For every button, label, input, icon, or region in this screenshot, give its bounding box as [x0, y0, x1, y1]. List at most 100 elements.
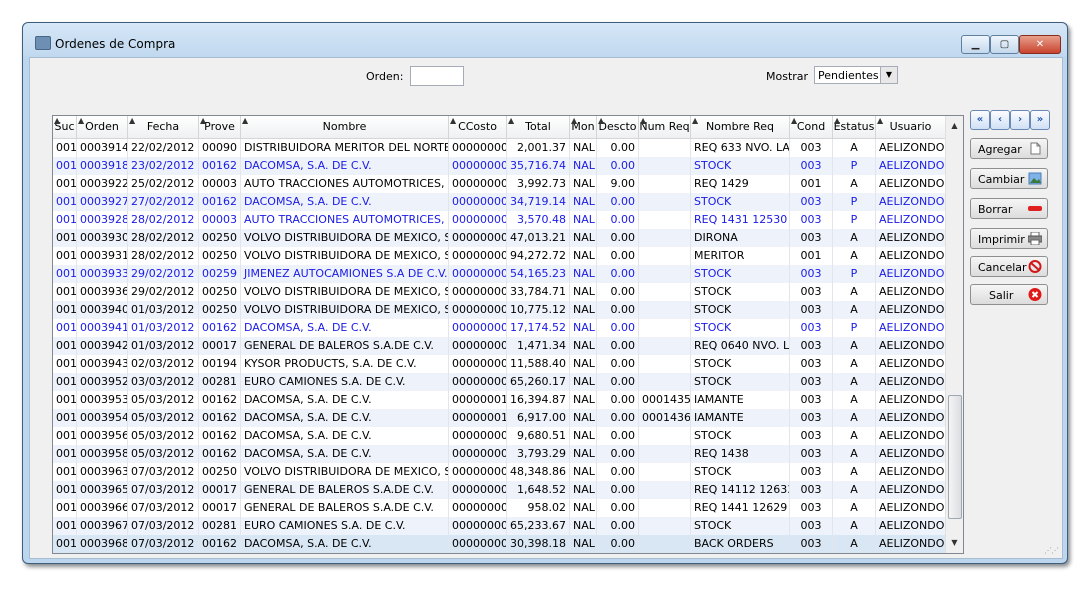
table-row[interactable]: 001 0003941 01/03/2012 00162 DACOMSA, S.A. D…	[53, 319, 946, 337]
orders-grid[interactable]: ▲ Suc ▲ Orden ▲ Fecha ▲ Prove ▲ Nombre ▲ CCosto ▲ Tot…	[52, 115, 964, 554]
cell-cond: 003	[790, 355, 833, 373]
scroll-up-icon[interactable]: ▲	[946, 118, 963, 134]
cell-cond: 003	[790, 265, 833, 283]
table-row[interactable]: 001 0003936 29/02/2012 00250 VOLVO DISTRIBUI…	[53, 283, 946, 301]
table-row[interactable]: 001 0003922 25/02/2012 00003 AUTO TRACCIONES…	[53, 175, 946, 193]
last-record-button[interactable]: »	[1030, 110, 1050, 130]
first-record-button[interactable]: «	[970, 110, 990, 130]
cell-suc: 001	[53, 409, 77, 427]
maximize-button[interactable]: ▢	[990, 35, 1019, 54]
table-row[interactable]: 001 0003943 02/03/2012 00194 KYSOR PRODUCTS,…	[53, 355, 946, 373]
column-header-estatus[interactable]: ▲ Estatus	[833, 116, 876, 138]
table-row[interactable]: 001 0003954 05/03/2012 00162 DACOMSA, S.A. D…	[53, 409, 946, 427]
salir-button[interactable]: Salir	[970, 284, 1048, 305]
cell-estatus: A	[833, 445, 876, 463]
column-header-numreq[interactable]: ▲ Num Req	[639, 116, 691, 138]
cell-nombrereq: DIRONA	[691, 229, 790, 247]
cell-numreq	[639, 139, 691, 157]
cell-mon: NAL	[570, 499, 597, 517]
table-row[interactable]: 001 0003942 01/03/2012 00017 GENERAL DE BALE…	[53, 337, 946, 355]
column-header-nombrereq[interactable]: ▲ Nombre Req	[691, 116, 790, 138]
cell-descto: 0.00	[597, 265, 639, 283]
column-header-orden[interactable]: ▲ Orden	[77, 116, 128, 138]
cell-suc: 001	[53, 337, 77, 355]
cell-numreq	[639, 535, 691, 553]
column-header-suc[interactable]: ▲ Suc	[53, 116, 77, 138]
cell-cond: 003	[790, 193, 833, 211]
cambiar-button[interactable]: Cambiar	[970, 168, 1048, 189]
column-header-prove[interactable]: ▲ Prove	[199, 116, 241, 138]
column-header-ccosto[interactable]: ▲ CCosto	[449, 116, 507, 138]
title-bar[interactable]: Ordenes de Compra ▁ ▢ ✕	[23, 23, 1067, 57]
table-row[interactable]: 001 0003952 03/03/2012 00281 EURO CAMIONES S…	[53, 373, 946, 391]
minimize-button[interactable]: ▁	[961, 35, 990, 54]
sort-arrow-icon: ▲	[640, 116, 647, 125]
table-row[interactable]: 001 0003927 27/02/2012 00162 DACOMSA, S.A. D…	[53, 193, 946, 211]
chevron-down-icon[interactable]: ▼	[880, 67, 897, 83]
column-header-descto[interactable]: ▲ Descto	[597, 116, 639, 138]
cell-cond: 003	[790, 229, 833, 247]
prev-record-button[interactable]: ‹	[990, 110, 1010, 130]
cell-fecha: 01/03/2012	[128, 337, 199, 355]
sort-arrow-icon: ▲	[78, 116, 85, 125]
sort-arrow-icon: ▲	[129, 116, 136, 125]
column-header-mon[interactable]: ▲ Mon	[570, 116, 597, 138]
next-record-button[interactable]: ›	[1010, 110, 1030, 130]
table-row[interactable]: 001 0003967 07/03/2012 00281 EURO CAMIONES S…	[53, 517, 946, 535]
borrar-button[interactable]: Borrar	[970, 198, 1048, 219]
scroll-thumb[interactable]	[948, 395, 962, 519]
table-row[interactable]: 001 0003963 07/03/2012 00250 VOLVO DISTRIBUI…	[53, 463, 946, 481]
cell-mon: NAL	[570, 517, 597, 535]
close-button[interactable]: ✕	[1019, 35, 1061, 54]
cell-fecha: 07/03/2012	[128, 499, 199, 517]
cell-mon: NAL	[570, 409, 597, 427]
cell-nombrereq: STOCK	[691, 355, 790, 373]
table-row[interactable]: 001 0003958 05/03/2012 00162 DACOMSA, S.A. D…	[53, 445, 946, 463]
cell-total: 65,233.67	[507, 517, 570, 535]
table-row[interactable]: 001 0003914 22/02/2012 00090 DISTRIBUIDORA M…	[53, 139, 946, 157]
cell-nombre: GENERAL DE BALEROS S.A.DE C.V.	[241, 499, 449, 517]
table-row[interactable]: 001 0003966 07/03/2012 00017 GENERAL DE BALE…	[53, 499, 946, 517]
cell-nombrereq: IAMANTE	[691, 409, 790, 427]
vertical-scrollbar[interactable]: ▲ ▼	[945, 116, 963, 553]
cancelar-button[interactable]: Cancelar	[970, 256, 1048, 277]
cell-suc: 001	[53, 211, 77, 229]
cell-fecha: 05/03/2012	[128, 409, 199, 427]
column-header-total[interactable]: ▲ Total	[507, 116, 570, 138]
column-header-label: Fecha	[146, 120, 180, 133]
table-row[interactable]: 001 0003953 05/03/2012 00162 DACOMSA, S.A. D…	[53, 391, 946, 409]
agregar-button[interactable]: Agregar	[970, 138, 1048, 159]
table-row[interactable]: 001 0003956 05/03/2012 00162 DACOMSA, S.A. D…	[53, 427, 946, 445]
orden-input[interactable]	[410, 66, 464, 86]
table-row[interactable]: 001 0003918 23/02/2012 00162 DACOMSA, S.A. D…	[53, 157, 946, 175]
cell-descto: 0.00	[597, 319, 639, 337]
cell-nombre: KYSOR PRODUCTS, S.A. DE C.V.	[241, 355, 449, 373]
column-header-nombre[interactable]: ▲ Nombre	[241, 116, 449, 138]
cell-mon: NAL	[570, 427, 597, 445]
table-row[interactable]: 001 0003928 28/02/2012 00003 AUTO TRACCIONES…	[53, 211, 946, 229]
table-row[interactable]: 001 0003940 01/03/2012 00250 VOLVO DISTRIBUI…	[53, 301, 946, 319]
cell-numreq	[639, 283, 691, 301]
scroll-down-icon[interactable]: ▼	[946, 535, 963, 551]
column-header-usuario[interactable]: ▲ Usuario	[876, 116, 946, 138]
cell-total: 48,348.86	[507, 463, 570, 481]
imprimir-button[interactable]: Imprimir	[970, 228, 1048, 249]
imprimir-label: Imprimir	[978, 233, 1025, 246]
cell-usuario: AELIZONDO	[876, 499, 946, 517]
table-row[interactable]: 001 0003930 28/02/2012 00250 VOLVO DISTRIBUI…	[53, 229, 946, 247]
column-header-fecha[interactable]: ▲ Fecha	[128, 116, 199, 138]
cell-descto: 0.00	[597, 391, 639, 409]
cell-suc: 001	[53, 463, 77, 481]
table-row[interactable]: 001 0003931 28/02/2012 00250 VOLVO DISTRIBUI…	[53, 247, 946, 265]
column-header-cond[interactable]: ▲ Cond	[790, 116, 833, 138]
cell-mon: NAL	[570, 337, 597, 355]
table-row[interactable]: 001 0003965 07/03/2012 00017 GENERAL DE BALE…	[53, 481, 946, 499]
table-row[interactable]: 001 0003933 29/02/2012 00259 JIMENEZ AUTOCAM…	[53, 265, 946, 283]
cell-ccosto: 00000000	[449, 355, 507, 373]
cell-total: 1,648.52	[507, 481, 570, 499]
resize-grip-icon[interactable]: ⋰⋰	[1044, 546, 1059, 555]
cell-ccosto: 00000001	[449, 391, 507, 409]
mostrar-select[interactable]: Pendientes ▼	[814, 66, 898, 84]
cell-estatus: A	[833, 175, 876, 193]
table-row[interactable]: 001 0003968 07/03/2012 00162 DACOMSA, S.A. D…	[53, 535, 946, 553]
